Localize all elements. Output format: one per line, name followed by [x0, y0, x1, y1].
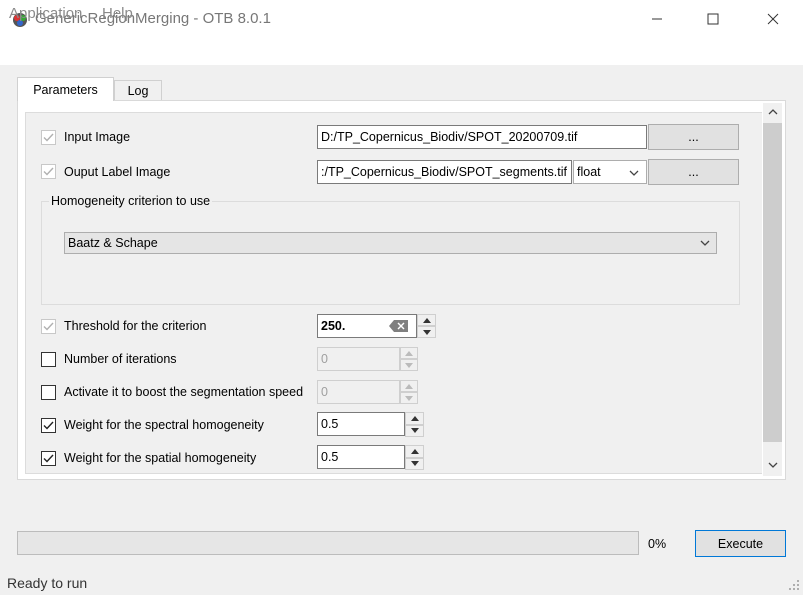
output-image-field[interactable]: :/TP_Copernicus_Biodiv/SPOT_segments.tif — [317, 160, 572, 184]
iterations-checkbox[interactable] — [41, 352, 56, 367]
spin-down-button[interactable] — [417, 326, 436, 338]
speed-spinner[interactable] — [400, 380, 418, 404]
size-grip-icon[interactable] — [785, 576, 801, 592]
triangle-up-icon — [410, 448, 419, 454]
chevron-down-icon — [768, 462, 777, 468]
checkmark-icon — [43, 322, 54, 331]
checkmark-icon — [43, 421, 54, 430]
execute-button[interactable]: Execute — [695, 530, 786, 557]
menu-bar — [0, 38, 803, 65]
spectral-checkbox[interactable] — [41, 418, 56, 433]
triangle-down-icon — [405, 395, 413, 401]
chevron-down-icon — [700, 240, 710, 246]
spatial-label: Weight for the spatial homogeneity — [64, 451, 257, 465]
criterion-selected-value: Baatz & Schape — [68, 236, 158, 250]
menu-help[interactable]: Help — [102, 5, 133, 22]
spin-down-button[interactable] — [405, 424, 424, 437]
triangle-up-icon — [410, 415, 419, 421]
chevron-up-icon — [768, 109, 777, 115]
chevron-down-icon — [629, 170, 639, 176]
criterion-select[interactable]: Baatz & Schape — [64, 232, 717, 254]
spectral-label: Weight for the spectral homogeneity — [64, 418, 264, 432]
criterion-group-title: Homogeneity criterion to use — [49, 194, 213, 208]
triangle-down-icon — [410, 461, 419, 467]
scroll-down-button[interactable] — [763, 456, 782, 474]
iterations-label: Number of iterations — [64, 352, 177, 366]
minimize-button[interactable] — [634, 0, 680, 38]
spin-down-button[interactable] — [400, 359, 418, 371]
menu-application[interactable]: Application — [9, 5, 82, 22]
status-text: Ready to run — [7, 575, 88, 591]
output-image-checkbox[interactable] — [41, 164, 56, 179]
threshold-spinner[interactable] — [417, 314, 436, 338]
checkmark-icon — [43, 454, 54, 463]
input-image-browse-button[interactable]: ... — [648, 124, 739, 150]
spatial-field[interactable]: 0.5 — [317, 445, 405, 469]
output-type-select[interactable]: float — [573, 160, 647, 184]
triangle-down-icon — [422, 329, 431, 335]
minimize-icon — [652, 18, 662, 20]
spatial-spinner[interactable] — [405, 445, 424, 470]
triangle-down-icon — [405, 362, 413, 368]
progress-text: 0% — [648, 537, 667, 551]
input-image-field[interactable]: D:/TP_Copernicus_Biodiv/SPOT_20200709.ti… — [317, 125, 647, 149]
tab-parameters[interactable]: Parameters — [17, 77, 114, 101]
iterations-spinner[interactable] — [400, 347, 418, 371]
progress-bar — [17, 531, 639, 555]
triangle-up-icon — [422, 317, 431, 323]
spectral-field[interactable]: 0.5 — [317, 412, 405, 436]
spin-down-button[interactable] — [400, 392, 418, 404]
scroll-up-button[interactable] — [763, 103, 782, 121]
scrollbar-thumb[interactable] — [763, 123, 782, 442]
spin-up-button[interactable] — [400, 347, 418, 359]
close-button[interactable] — [750, 0, 796, 38]
clear-field-icon[interactable] — [389, 320, 409, 332]
spin-down-button[interactable] — [405, 457, 424, 470]
checkmark-icon — [43, 167, 54, 176]
spectral-spinner[interactable] — [405, 412, 424, 437]
output-image-label: Ouput Label Image — [64, 165, 171, 179]
spin-up-button[interactable] — [400, 380, 418, 392]
spin-up-button[interactable] — [417, 314, 436, 326]
input-image-label: Input Image — [64, 130, 131, 144]
threshold-label: Threshold for the criterion — [64, 319, 207, 333]
checkmark-icon — [43, 133, 54, 142]
spin-up-button[interactable] — [405, 412, 424, 425]
speed-checkbox[interactable] — [41, 385, 56, 400]
spatial-checkbox[interactable] — [41, 451, 56, 466]
iterations-field[interactable]: 0 — [317, 347, 400, 371]
triangle-up-icon — [405, 350, 413, 356]
output-type-value: float — [577, 165, 601, 179]
tab-log[interactable]: Log — [114, 80, 162, 100]
input-image-checkbox[interactable] — [41, 130, 56, 145]
output-image-browse-button[interactable]: ... — [648, 159, 739, 185]
triangle-down-icon — [410, 428, 419, 434]
close-icon — [767, 13, 779, 25]
triangle-up-icon — [405, 383, 413, 389]
threshold-checkbox[interactable] — [41, 319, 56, 334]
speed-field[interactable]: 0 — [317, 380, 400, 404]
maximize-icon — [707, 13, 719, 25]
maximize-button[interactable] — [690, 0, 736, 38]
speed-label: Activate it to boost the segmentation sp… — [64, 385, 304, 399]
spin-up-button[interactable] — [405, 445, 424, 458]
